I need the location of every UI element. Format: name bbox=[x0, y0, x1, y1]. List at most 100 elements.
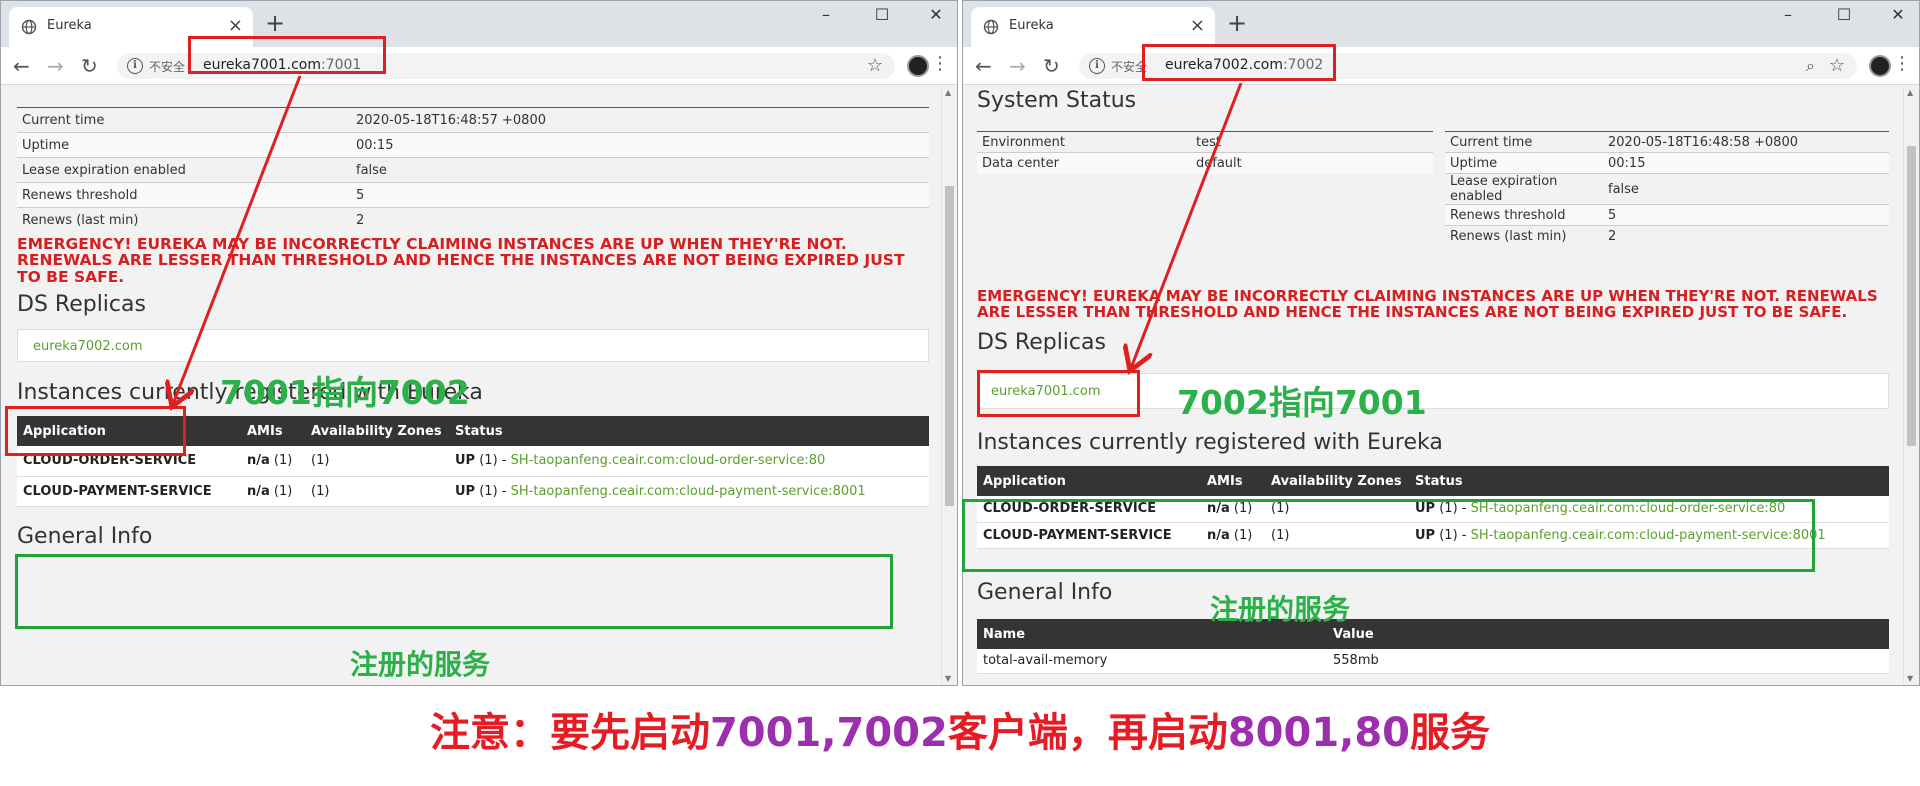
status-up: UP bbox=[455, 453, 476, 469]
ami-value: n/a bbox=[247, 453, 270, 469]
zones-cell: (1) bbox=[305, 476, 449, 507]
footnote-part4: 8001,80 bbox=[1227, 710, 1411, 756]
scroll-up-icon[interactable]: ▲ bbox=[1907, 88, 1913, 97]
general-value: 558mb bbox=[1327, 649, 1889, 674]
footnote: 注意：要先启动7001,7002客户端，再启动8001,80服务 bbox=[0, 700, 1920, 758]
instances-header-row: Application AMIs Availability Zones Status bbox=[977, 466, 1889, 496]
instances-heading: Instances currently registered with Eure… bbox=[977, 430, 1443, 455]
header-status: Status bbox=[1409, 466, 1889, 496]
row-label: Renews (last min) bbox=[17, 207, 351, 233]
table-row: Renews threshold 5 bbox=[17, 182, 929, 208]
new-tab-icon[interactable]: + bbox=[265, 9, 285, 37]
toolbar: ← → ↻ i 不安全 eureka7002.com:7002 ⌕ ☆ ⋮ bbox=[963, 47, 1919, 85]
forward-icon[interactable]: → bbox=[1009, 54, 1026, 78]
row-value: false bbox=[1603, 173, 1889, 205]
general-header-value: Value bbox=[1327, 619, 1889, 649]
menu-icon[interactable]: ⋮ bbox=[1893, 55, 1911, 73]
replica-highlight-box bbox=[5, 406, 186, 456]
table-row: Uptime 00:15 bbox=[17, 132, 929, 158]
footnote-part2: 7001,7002 bbox=[709, 710, 948, 756]
emergency-message: EMERGENCY! EUREKA MAY BE INCORRECTLY CLA… bbox=[17, 235, 905, 286]
row-value: 5 bbox=[1603, 204, 1889, 226]
header-status: Status bbox=[449, 416, 929, 446]
back-icon[interactable]: ← bbox=[975, 54, 992, 78]
url-highlight-box bbox=[1142, 44, 1336, 81]
scrollbar[interactable]: ▲ ▼ bbox=[1903, 86, 1919, 685]
environment-table: Environment test Data center default bbox=[977, 131, 1433, 174]
table-row: Renews (last min) 2 bbox=[17, 207, 929, 233]
reload-icon[interactable]: ↻ bbox=[1043, 54, 1060, 78]
minimize-icon[interactable]: – bbox=[811, 5, 841, 24]
table-row: CLOUD-PAYMENT-SERVICE n/a (1) (1) UP (1) - … bbox=[17, 476, 929, 507]
row-value: 2020-05-18T16:48:57 +0800 bbox=[351, 107, 929, 133]
general-info-heading: General Info bbox=[17, 524, 153, 549]
maximize-icon[interactable]: ☐ bbox=[867, 5, 897, 24]
avatar[interactable] bbox=[907, 55, 929, 77]
row-label: Renews (last min) bbox=[1445, 225, 1603, 247]
status-cell: UP (1) - SH-taopanfeng.ceair.com:cloud-p… bbox=[449, 476, 929, 507]
avatar[interactable] bbox=[1869, 55, 1891, 77]
back-icon[interactable]: ← bbox=[13, 54, 30, 78]
close-icon[interactable]: × bbox=[1190, 15, 1205, 36]
maximize-icon[interactable]: ☐ bbox=[1829, 5, 1859, 24]
row-value: 5 bbox=[351, 182, 929, 208]
reload-icon[interactable]: ↻ bbox=[81, 54, 98, 78]
annotation-replica-left: 7001指向7002 bbox=[220, 373, 470, 412]
row-value: 2 bbox=[351, 207, 929, 233]
menu-icon[interactable]: ⋮ bbox=[931, 55, 949, 73]
info-icon[interactable]: i bbox=[1089, 58, 1105, 74]
ds-replicas-heading: DS Replicas bbox=[977, 330, 1106, 355]
footnote-part3: 客户端，再启动 bbox=[947, 710, 1228, 756]
tab-eureka[interactable]: Eureka × bbox=[971, 7, 1215, 47]
annotation-services-right: 注册的服务 bbox=[1210, 593, 1351, 626]
table-row: Current time 2020-05-18T16:48:58 +0800 bbox=[1445, 131, 1889, 153]
row-label: Uptime bbox=[17, 132, 351, 158]
general-info-heading: General Info bbox=[977, 580, 1113, 605]
replica-link[interactable]: eureka7002.com bbox=[33, 339, 143, 354]
instance-link[interactable]: SH-taopanfeng.ceair.com:cloud-order-serv… bbox=[511, 453, 826, 468]
status-count: (1) - bbox=[479, 453, 507, 469]
row-label: Data center bbox=[977, 152, 1191, 174]
scrollbar[interactable]: ▲ ▼ bbox=[941, 86, 957, 685]
table-row: Data center default bbox=[977, 152, 1433, 174]
instance-link[interactable]: SH-taopanfeng.ceair.com:cloud-payment-se… bbox=[511, 484, 866, 499]
header-amis: AMIs bbox=[241, 416, 305, 446]
row-label: Lease expiration enabled bbox=[17, 157, 351, 183]
row-value: 2 bbox=[1603, 225, 1889, 247]
minimize-icon[interactable]: – bbox=[1773, 5, 1803, 24]
window-close-icon[interactable]: ✕ bbox=[1883, 5, 1913, 24]
window-close-icon[interactable]: ✕ bbox=[921, 5, 951, 24]
info-icon[interactable]: i bbox=[127, 58, 143, 74]
zoom-icon[interactable]: ⌕ bbox=[1806, 56, 1815, 76]
forward-icon[interactable]: → bbox=[47, 54, 64, 78]
row-label: Lease expiration enabled bbox=[1445, 173, 1603, 205]
star-icon[interactable]: ☆ bbox=[867, 55, 883, 76]
star-icon[interactable]: ☆ bbox=[1829, 55, 1845, 76]
environment-table-body: Environment test Data center default bbox=[977, 131, 1433, 174]
close-icon[interactable]: × bbox=[228, 15, 243, 36]
services-highlight-box bbox=[962, 499, 1815, 572]
ami-cell: n/a (1) bbox=[241, 476, 305, 507]
globe-icon bbox=[983, 19, 999, 35]
ami-cell: n/a (1) bbox=[241, 446, 305, 477]
scroll-thumb[interactable] bbox=[1907, 146, 1916, 446]
table-row: Lease expiration enabled false bbox=[17, 157, 929, 183]
replica-box bbox=[17, 329, 929, 362]
new-tab-icon[interactable]: + bbox=[1227, 9, 1247, 37]
row-label: Environment bbox=[977, 131, 1191, 153]
status-up: UP bbox=[455, 483, 476, 499]
scroll-down-icon[interactable]: ▼ bbox=[1907, 674, 1913, 683]
toolbar: ← → ↻ i 不安全 eureka7001.com:7001 ☆ ⋮ bbox=[1, 47, 957, 85]
row-value: 00:15 bbox=[1603, 152, 1889, 174]
url-highlight-box bbox=[188, 36, 386, 74]
scroll-up-icon[interactable]: ▲ bbox=[945, 88, 951, 97]
system-status-heading: System Status bbox=[977, 88, 1137, 113]
annotation-replica-right: 7002指向7001 bbox=[1177, 383, 1427, 422]
annotation-services-left: 注册的服务 bbox=[350, 648, 491, 681]
insecure-label: 不安全 bbox=[149, 60, 186, 74]
tab-title: Eureka bbox=[47, 18, 92, 33]
scroll-thumb[interactable] bbox=[945, 186, 954, 506]
general-info-header-row: Name Value bbox=[977, 619, 1889, 649]
services-highlight-box bbox=[15, 554, 893, 629]
scroll-down-icon[interactable]: ▼ bbox=[945, 674, 951, 683]
